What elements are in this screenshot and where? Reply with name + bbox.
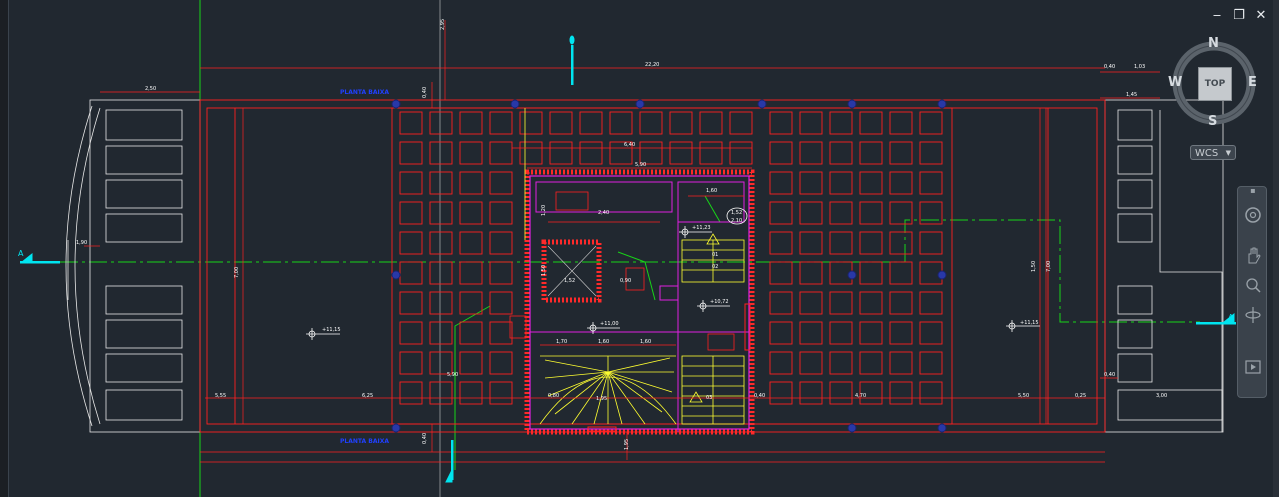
- waffle-coffers: [399, 111, 943, 405]
- stair-label-1: 01: [712, 252, 718, 258]
- viewcube-top-face[interactable]: TOP: [1198, 67, 1232, 101]
- close-icon[interactable]: ✕: [1255, 9, 1267, 23]
- dim-vertical-core-top: 0,40: [422, 87, 428, 98]
- dim-bottom-right-c: 0,25: [1075, 393, 1086, 399]
- compass-west[interactable]: W: [1168, 75, 1182, 90]
- dim-top-left: 2,50: [145, 86, 156, 92]
- dim-core-v1: 1,20: [541, 205, 547, 216]
- level-room: +10,72: [710, 299, 729, 305]
- stair-label-3: 03: [706, 395, 712, 401]
- wcs-label: WCS: [1195, 148, 1219, 159]
- dimension-lines: [84, 20, 1160, 463]
- dim-stair-b: 1,60: [640, 339, 651, 345]
- compass-north[interactable]: N: [1208, 36, 1219, 51]
- dim-vertical-top: 2,95: [440, 19, 446, 30]
- dim-stair-c: 0,90: [620, 278, 631, 284]
- dim-top-overall: 22,20: [645, 62, 659, 68]
- showmotion-icon[interactable]: [1242, 357, 1264, 379]
- dim-left-wing-height: 7,00: [234, 267, 240, 278]
- dim-bottom-right-b: 3,00: [1156, 393, 1167, 399]
- dim-stair-a: 1,60: [598, 339, 609, 345]
- side-rooms: [105, 109, 1223, 432]
- dim-top-right-c: 1,45: [1126, 92, 1137, 98]
- dim-bottom-left: 5,55: [215, 393, 226, 399]
- dim-mid: 5,90: [447, 372, 458, 378]
- section-markers: [20, 35, 1236, 483]
- compass-east[interactable]: E: [1248, 75, 1257, 90]
- wcs-dropdown[interactable]: WCS ▼: [1190, 145, 1236, 160]
- tag-room-sub: 2,10: [731, 218, 742, 224]
- dim-core-h1: 2,40: [598, 210, 609, 216]
- dim-bottom-right-d: 4,70: [855, 393, 866, 399]
- minimize-icon[interactable]: ‒: [1211, 9, 1223, 23]
- level-landing: +11,23: [692, 225, 711, 231]
- right-edge: [1273, 0, 1279, 497]
- dim-bottom-core-v: 1,95: [624, 439, 630, 450]
- dim-top-right-a: 0,40: [1104, 64, 1115, 70]
- level-core: +11,00: [600, 321, 619, 327]
- chevron-down-icon: ▼: [1225, 149, 1231, 157]
- dim-bottom-core-l: 0,80: [548, 393, 559, 399]
- dim-stair-d: 1,70: [556, 339, 567, 345]
- dim-bottom-core-r: 0,40: [754, 393, 765, 399]
- drawing-canvas[interactable]: A A 22,20 2,50 0,40 1,03 1,45 6,40 5,90 …: [0, 0, 1279, 497]
- orbit-icon[interactable]: [1242, 305, 1264, 327]
- stair-label-2: 02: [712, 264, 718, 270]
- dim-right-wing-height: 7,00: [1046, 261, 1052, 272]
- dim-core-v3: 1,50: [541, 265, 547, 276]
- dim-room-small: 1,60: [706, 188, 717, 194]
- steering-wheel-icon[interactable]: [1242, 205, 1264, 227]
- dim-bottom-v-left: 0,40: [422, 433, 428, 444]
- dim-bottom-right-a: 5,50: [1018, 393, 1029, 399]
- level-left: +11,15: [322, 327, 341, 333]
- drawing-text: 22,20 2,50 0,40 1,03 1,45 6,40 5,90 1,90…: [76, 19, 1167, 450]
- zoom-extents-icon[interactable]: [1242, 275, 1264, 297]
- slab-grid: [199, 99, 1106, 433]
- navigation-bar[interactable]: ▪: [1237, 186, 1267, 398]
- title-bottom: PLANTA BAIXA: [340, 438, 389, 445]
- level-markers: [306, 207, 1040, 340]
- dim-room-id: 1,52: [564, 278, 575, 284]
- dim-left-edge: 1,90: [76, 240, 87, 246]
- section-label-right: A: [1228, 313, 1234, 322]
- window-controls: ‒ ❐ ✕: [1211, 8, 1267, 24]
- restore-icon[interactable]: ❐: [1233, 9, 1245, 23]
- axis-lines: [60, 0, 1200, 497]
- dim-side-right: 0,40: [1104, 372, 1115, 378]
- level-right: +11,15: [1020, 320, 1039, 326]
- dim-bottom-mid: 6,25: [362, 393, 373, 399]
- navbar-close-icon[interactable]: ▪: [1242, 187, 1264, 195]
- title-top: PLANTA BAIXA: [340, 89, 389, 96]
- dim-bottom-v: 1,95: [596, 396, 607, 402]
- pan-icon[interactable]: [1242, 245, 1264, 267]
- dim-top-right-b: 1,03: [1134, 64, 1145, 70]
- viewcube[interactable]: N S E W TOP: [1168, 34, 1260, 132]
- dim-right-wing-inner: 1,50: [1031, 261, 1037, 272]
- compass-south[interactable]: S: [1208, 114, 1217, 129]
- dim-core-width: 5,90: [635, 162, 646, 168]
- tag-room-num: 1,52: [731, 210, 742, 216]
- dim-core-top: 6,40: [624, 142, 635, 148]
- section-label-left: A: [18, 249, 24, 258]
